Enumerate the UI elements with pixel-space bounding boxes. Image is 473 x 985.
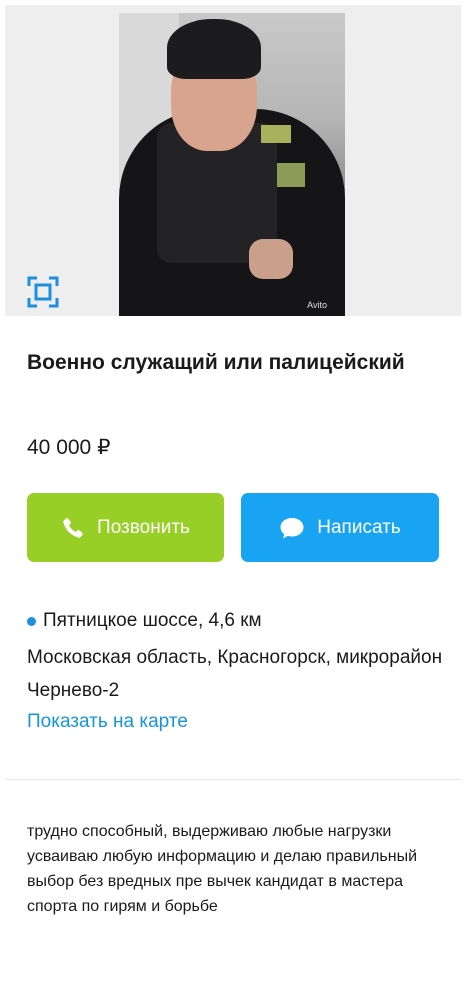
photo-patch (261, 125, 291, 143)
call-button-label: Позвонить (97, 516, 190, 538)
listing-description: трудно способный, выдерживаю любые нагру… (27, 823, 418, 915)
show-on-map-link[interactable]: Показать на карте (27, 707, 188, 737)
message-button[interactable]: Написать (241, 493, 439, 562)
call-button[interactable]: Позвонить (27, 493, 224, 562)
metro-station-label: Пятницкое шоссе, 4,6 км (43, 610, 262, 631)
listing-price: 40 000 ₽ (27, 436, 111, 459)
photo-patch (277, 163, 305, 187)
metro-dot-icon (27, 616, 36, 626)
message-button-label: Написать (317, 516, 401, 538)
listing-photo-gallery[interactable]: Avito (5, 5, 461, 316)
photo-watermark: Avito (307, 300, 327, 310)
photo-person-hat (167, 19, 261, 79)
chat-bubble-icon (280, 517, 304, 538)
listing-photo[interactable]: Avito (119, 13, 345, 316)
metro-station: Пятницкое шоссе, 4,6 км (27, 606, 262, 636)
photo-person-fist (249, 239, 293, 279)
expand-icon[interactable] (27, 276, 59, 308)
address-text: Московская область, Красногорск, микрора… (27, 647, 443, 701)
listing-title: Военно служащий или палицейский (27, 351, 405, 374)
phone-icon (63, 517, 83, 538)
section-divider (5, 779, 461, 780)
